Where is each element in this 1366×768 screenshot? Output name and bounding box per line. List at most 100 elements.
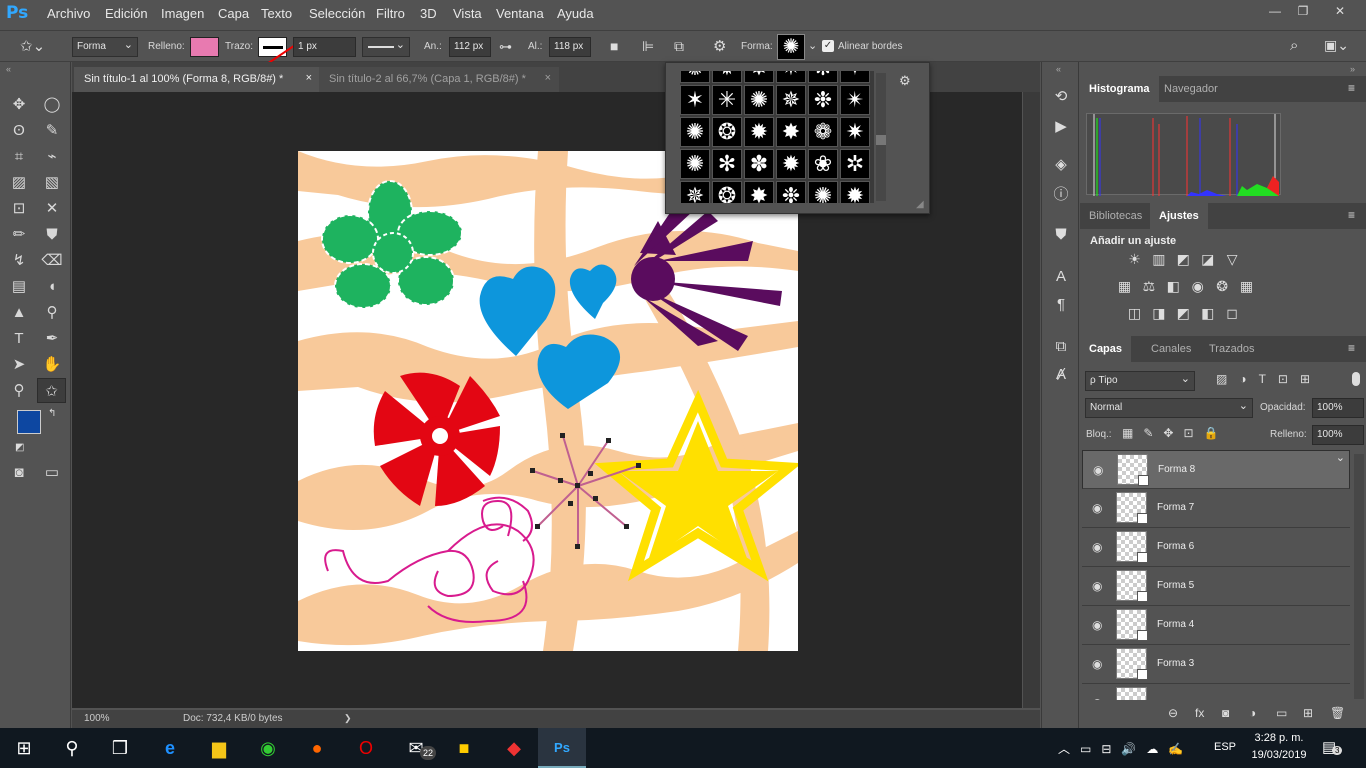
sharpen-tool-icon[interactable]: ▲ <box>6 300 32 325</box>
menu-edicion[interactable]: Edición <box>105 6 148 21</box>
tool-mode-select[interactable]: Forma <box>72 37 138 57</box>
content-aware-move-icon[interactable]: ✕ <box>39 196 65 221</box>
opera-icon[interactable]: O <box>342 728 390 768</box>
shape-option[interactable]: ✺ <box>808 181 838 203</box>
tab-histogram[interactable]: Histograma <box>1080 76 1159 102</box>
stroke-width-input[interactable]: 1 px <box>293 37 356 57</box>
collapse-panels-icon[interactable]: » <box>1350 64 1355 74</box>
menu-texto[interactable]: Texto <box>261 6 292 21</box>
character-panel-icon[interactable]: A <box>1042 262 1080 292</box>
shape-option[interactable]: ✦ <box>840 71 870 83</box>
width-input[interactable]: 112 px <box>449 37 491 57</box>
shape-option[interactable]: ✸ <box>744 181 774 203</box>
layer-row[interactable]: ◉ Forma 3 <box>1082 645 1350 684</box>
height-input[interactable]: 118 px <box>549 37 591 57</box>
shape-option[interactable]: ❂ <box>712 117 742 147</box>
firefox-icon[interactable]: ● <box>293 728 341 768</box>
clone-source-icon[interactable]: ⛊ <box>1042 220 1080 250</box>
shape-option[interactable]: ✺ <box>680 117 710 147</box>
menu-ayuda[interactable]: Ayuda <box>557 6 594 21</box>
hand-tool-icon[interactable]: ✋ <box>39 352 65 377</box>
adjustment-icon[interactable]: ▦ <box>1115 277 1134 296</box>
layer-row[interactable]: ◉ Forma 6 <box>1082 528 1350 567</box>
blend-mode-select[interactable]: Normal <box>1085 398 1253 418</box>
frame-tool-icon[interactable]: ⊡ <box>6 196 32 221</box>
glyphs-panel-icon[interactable]: Ⱥ <box>1042 360 1080 390</box>
new-group-icon[interactable]: ▭ <box>1276 706 1287 720</box>
adjustment-icon[interactable]: ☀ <box>1125 250 1144 269</box>
adjustment-icon[interactable]: ◫ <box>1125 304 1144 323</box>
sticky-notes-icon[interactable]: ■ <box>440 728 488 768</box>
menu-imagen[interactable]: Imagen <box>161 6 204 21</box>
shape-option[interactable]: ✵ <box>776 85 806 115</box>
filter-toggle[interactable] <box>1352 372 1360 386</box>
task-view-icon[interactable]: ❒ <box>96 728 144 768</box>
info-panel-icon[interactable]: ⓘ <box>1042 180 1080 210</box>
visibility-eye-icon[interactable]: ◉ <box>1092 501 1108 515</box>
adjustment-icon[interactable]: ◧ <box>1198 304 1217 323</box>
shape-option[interactable]: ✹ <box>776 149 806 179</box>
layers-scrollbar[interactable] <box>1354 454 1364 699</box>
tab-adjustments[interactable]: Ajustes <box>1150 203 1208 229</box>
adjustment-icon[interactable]: ⚖ <box>1139 277 1158 296</box>
shape-option[interactable]: ✷ <box>840 117 870 147</box>
layer-filter-icons[interactable]: ▨◑T⊡⊞ <box>1216 372 1322 386</box>
adjustment-icon[interactable]: ◨ <box>1149 304 1168 323</box>
quick-selection-icon[interactable]: ✎ <box>39 118 65 143</box>
elliptical-marquee-icon[interactable]: ◯ <box>39 92 65 117</box>
history-panel-icon[interactable]: ⟲ <box>1042 82 1080 112</box>
crop-tool-icon[interactable]: ⌗ <box>6 144 32 169</box>
menu-seleccion[interactable]: Selección <box>309 6 365 21</box>
adjustment-icon[interactable]: ◩ <box>1174 304 1193 323</box>
blur-tool-icon[interactable]: ◖ <box>39 274 65 299</box>
layer-row[interactable]: ◉ <box>1082 684 1350 700</box>
close-button[interactable]: ✕ <box>1330 4 1350 18</box>
photoshop-taskbar-icon[interactable]: Ps <box>538 728 586 768</box>
collapse-toolbox-icon[interactable]: « <box>6 64 11 74</box>
shape-option[interactable]: ✹ <box>840 181 870 203</box>
mail-icon[interactable]: ✉ 22 <box>392 728 440 768</box>
collapse-strip-icon[interactable]: « <box>1056 64 1061 74</box>
shape-option[interactable]: ✹ <box>712 71 742 83</box>
eraser-tool-icon[interactable]: ⌫ <box>39 248 65 273</box>
shape-option[interactable]: ✵ <box>680 181 710 203</box>
menu-3d[interactable]: 3D <box>420 6 437 21</box>
layer-row[interactable]: ◉ Forma 7 <box>1082 489 1350 528</box>
shape-preview-button[interactable]: ✺ <box>777 34 805 60</box>
panel-menu-icon[interactable]: ≡ <box>1348 81 1355 95</box>
shape-option[interactable]: ✷ <box>776 71 806 83</box>
adjustment-icon[interactable]: ◩ <box>1174 250 1193 269</box>
adjustment-layer-icon[interactable]: ◑ <box>1249 706 1256 720</box>
panel-menu-icon[interactable]: ≡ <box>1348 341 1355 355</box>
picker-settings-gear-icon[interactable]: ⚙ <box>899 73 911 89</box>
trash-icon[interactable]: 🗑 <box>1330 706 1345 720</box>
shape-option[interactable]: ❂ <box>712 181 742 203</box>
menu-capa[interactable]: Capa <box>218 6 249 21</box>
shape-option[interactable]: ❉ <box>808 85 838 115</box>
fx-icon[interactable]: fx <box>1195 706 1204 720</box>
tab-channels[interactable]: Canales <box>1142 336 1200 362</box>
adjustment-icon[interactable]: ◉ <box>1188 277 1207 296</box>
close-tab-icon[interactable]: × <box>306 72 312 84</box>
shape-option[interactable]: ❉ <box>776 181 806 203</box>
stroke-color-swatch[interactable] <box>258 37 298 68</box>
shape-option[interactable]: ✽ <box>744 149 774 179</box>
shape-option[interactable]: ❁ <box>808 117 838 147</box>
layer-row[interactable]: ◉ Forma 4 <box>1082 606 1350 645</box>
fill-input[interactable]: 100% <box>1312 425 1364 445</box>
path-arrangement-icon[interactable]: ⧉ <box>674 38 684 55</box>
shape-option[interactable]: ✺ <box>744 85 774 115</box>
dodge-tool-icon[interactable]: ⚲ <box>39 300 65 325</box>
shape-option[interactable]: ✸ <box>744 71 774 83</box>
maximize-button[interactable]: ❐ <box>1293 4 1313 18</box>
history-brush-icon[interactable]: ↯ <box>6 248 32 273</box>
shape-option[interactable]: ✸ <box>776 117 806 147</box>
swap-colors-icon[interactable]: ↰ <box>48 408 56 419</box>
layer-mask-icon[interactable]: ◙ <box>1222 706 1229 720</box>
notification-center-icon[interactable]: ▤ 3 <box>1322 738 1343 756</box>
link-layers-icon[interactable]: ⊖ <box>1168 706 1178 720</box>
minimize-button[interactable]: — <box>1265 4 1285 18</box>
patch-tool-icon[interactable]: ▧ <box>39 170 65 195</box>
menu-filtro[interactable]: Filtro <box>376 6 405 21</box>
tab-paths[interactable]: Trazados <box>1200 336 1263 362</box>
